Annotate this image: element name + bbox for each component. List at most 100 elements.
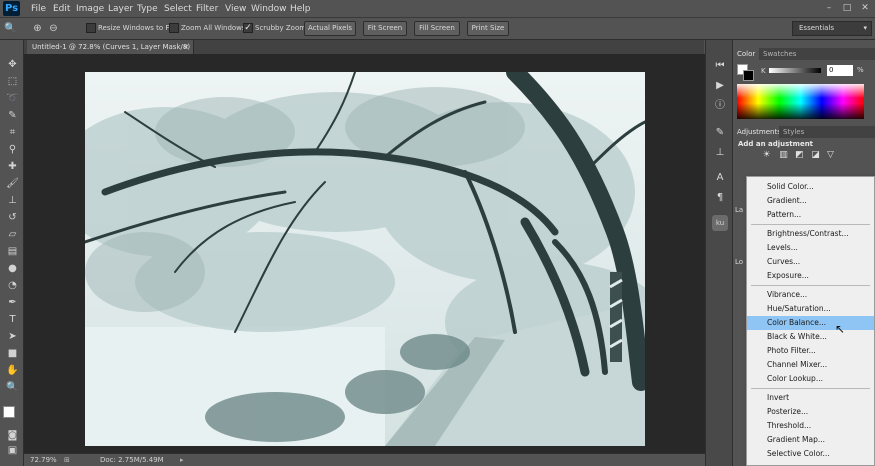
menu-view[interactable]: View <box>225 0 246 18</box>
menu-window[interactable]: Window <box>251 0 287 18</box>
menu-select[interactable]: Select <box>164 0 192 18</box>
brush-panel-icon[interactable]: ✎ <box>712 125 728 141</box>
status-arrow-icon[interactable]: ▸ <box>180 454 184 466</box>
tab-styles[interactable]: Styles <box>779 126 809 138</box>
fill-screen-button[interactable]: Fill Screen <box>414 21 460 36</box>
hand-tool-icon[interactable]: ✋ <box>4 364 21 377</box>
path-select-icon[interactable]: ➤ <box>4 330 21 343</box>
rectangle-tool-icon[interactable]: ■ <box>4 347 21 360</box>
pen-tool-icon[interactable]: ✒ <box>4 296 21 309</box>
menu-selective-color[interactable]: Selective Color... <box>747 447 874 461</box>
menu-posterize[interactable]: Posterize... <box>747 405 874 419</box>
layers-tab-partial[interactable]: La <box>735 206 743 214</box>
menu-edit[interactable]: Edit <box>53 0 70 18</box>
quick-mask-icon[interactable]: ◙ <box>4 429 21 442</box>
workspace-select[interactable]: Essentials ▾ <box>792 21 872 36</box>
clone-stamp-icon[interactable]: ⊥ <box>4 194 21 207</box>
menu-image[interactable]: Image <box>76 0 104 18</box>
menu-pattern[interactable]: Pattern... <box>747 208 874 222</box>
panel-dock: ⏮ ▶ ⓘ ✎ ⊥ A ¶ ku <box>705 40 733 466</box>
menu-color-balance[interactable]: Color Balance... <box>747 316 874 330</box>
document-tab[interactable]: Untitled-1 @ 72.8% (Curves 1, Layer Mask… <box>27 40 194 65</box>
k-label: K <box>761 67 766 75</box>
document-image[interactable] <box>85 72 645 446</box>
curves-icon[interactable]: ◩ <box>793 149 806 162</box>
gradient-tool-icon[interactable]: ▤ <box>4 245 21 258</box>
k-value-input[interactable]: 0 <box>827 65 853 76</box>
blur-tool-icon[interactable]: ● <box>4 262 21 275</box>
status-info-icon[interactable]: ⊞ <box>64 454 70 466</box>
eraser-tool-icon[interactable]: ▱ <box>4 228 21 241</box>
type-tool-icon[interactable]: T <box>4 313 21 326</box>
color-spectrum[interactable] <box>737 84 864 119</box>
print-size-button[interactable]: Print Size <box>467 21 509 36</box>
resize-windows-label: Resize Windows to Fit <box>98 24 174 32</box>
tools-panel: ✥ ⬚ ➰ ✎ ⌗ ⚲ ✚ 🖌 ⊥ ↺ ▱ ▤ ● ◔ ✒ T ➤ ■ ✋ 🔍 … <box>0 40 24 466</box>
resize-windows-checkbox[interactable] <box>86 23 96 33</box>
dodge-tool-icon[interactable]: ◔ <box>4 279 21 292</box>
menu-layer[interactable]: Layer <box>108 0 133 18</box>
brightness-icon[interactable]: ☀ <box>760 149 773 162</box>
menu-type[interactable]: Type <box>137 0 158 18</box>
eyedropper-tool-icon[interactable]: ⚲ <box>4 143 21 156</box>
menu-invert[interactable]: Invert <box>747 391 874 405</box>
zoom-in-icon[interactable]: ⊕ <box>30 21 45 36</box>
zoom-level[interactable]: 72.79% <box>30 454 57 466</box>
menu-channel-mixer[interactable]: Channel Mixer... <box>747 358 874 372</box>
levels-icon[interactable]: ▥ <box>777 149 790 162</box>
menu-filter[interactable]: Filter <box>196 0 218 18</box>
menu-gradient[interactable]: Gradient... <box>747 194 874 208</box>
menu-curves[interactable]: Curves... <box>747 255 874 269</box>
tab-swatches[interactable]: Swatches <box>759 48 801 60</box>
doc-size: Doc: 2.75M/5.49M <box>100 456 164 464</box>
tab-adjustments[interactable]: Adjustments <box>733 126 785 138</box>
menu-exposure[interactable]: Exposure... <box>747 269 874 283</box>
paragraph-panel-icon[interactable]: ¶ <box>712 190 728 206</box>
menu-color-lookup[interactable]: Color Lookup... <box>747 372 874 386</box>
history-brush-icon[interactable]: ↺ <box>4 211 21 224</box>
move-tool-icon[interactable]: ✥ <box>4 58 21 71</box>
maximize-button[interactable]: □ <box>840 2 854 15</box>
color-panel-tabs: Color Swatches <box>733 48 875 60</box>
menu-solid-color[interactable]: Solid Color... <box>747 180 874 194</box>
scrubby-zoom-checkbox[interactable]: ✓ <box>243 23 253 33</box>
fit-screen-button[interactable]: Fit Screen <box>363 21 407 36</box>
history-panel-icon[interactable]: ⏮ <box>712 58 728 74</box>
close-button[interactable]: ✕ <box>858 2 872 15</box>
menu-photo-filter[interactable]: Photo Filter... <box>747 344 874 358</box>
menu-brightness-contrast[interactable]: Brightness/Contrast... <box>747 227 874 241</box>
healing-brush-icon[interactable]: ✚ <box>4 160 21 173</box>
menu-black-white[interactable]: Black & White... <box>747 330 874 344</box>
menu-hue-saturation[interactable]: Hue/Saturation... <box>747 302 874 316</box>
info-panel-icon[interactable]: ⓘ <box>712 98 728 114</box>
tab-color[interactable]: Color <box>733 48 760 60</box>
menu-levels[interactable]: Levels... <box>747 241 874 255</box>
zoom-all-checkbox[interactable] <box>169 23 179 33</box>
minimize-button[interactable]: – <box>822 2 836 15</box>
zoom-out-icon[interactable]: ⊖ <box>46 21 61 36</box>
lasso-tool-icon[interactable]: ➰ <box>4 92 21 105</box>
foreground-color-swatch[interactable] <box>3 406 15 418</box>
menu-help[interactable]: Help <box>290 0 311 18</box>
crop-tool-icon[interactable]: ⌗ <box>4 126 21 139</box>
character-panel-icon[interactable]: A <box>712 170 728 186</box>
marquee-tool-icon[interactable]: ⬚ <box>4 75 21 88</box>
actions-panel-icon[interactable]: ▶ <box>712 78 728 94</box>
menu-threshold[interactable]: Threshold... <box>747 419 874 433</box>
k-slider[interactable] <box>769 68 821 73</box>
tab-close-icon[interactable]: × <box>183 40 189 54</box>
menu-gradient-map[interactable]: Gradient Map... <box>747 433 874 447</box>
exposure-icon[interactable]: ◪ <box>809 149 822 162</box>
bg-color-swatch[interactable] <box>743 70 754 81</box>
quick-select-tool-icon[interactable]: ✎ <box>4 109 21 122</box>
zoom-tool-icon[interactable]: 🔍 <box>3 21 18 36</box>
menu-vibrance[interactable]: Vibrance... <box>747 288 874 302</box>
kuler-panel-icon[interactable]: ku <box>712 215 728 231</box>
clone-source-icon[interactable]: ⊥ <box>712 145 728 161</box>
actual-pixels-button[interactable]: Actual Pixels <box>304 21 356 36</box>
menu-file[interactable]: File <box>31 0 46 18</box>
zoom-tool-icon-left[interactable]: 🔍 <box>4 381 21 394</box>
brush-tool-icon[interactable]: 🖌 <box>4 177 21 190</box>
gradient-adjust-icon[interactable]: ▽ <box>824 149 837 162</box>
screen-mode-icon[interactable]: ▣ <box>4 444 21 457</box>
